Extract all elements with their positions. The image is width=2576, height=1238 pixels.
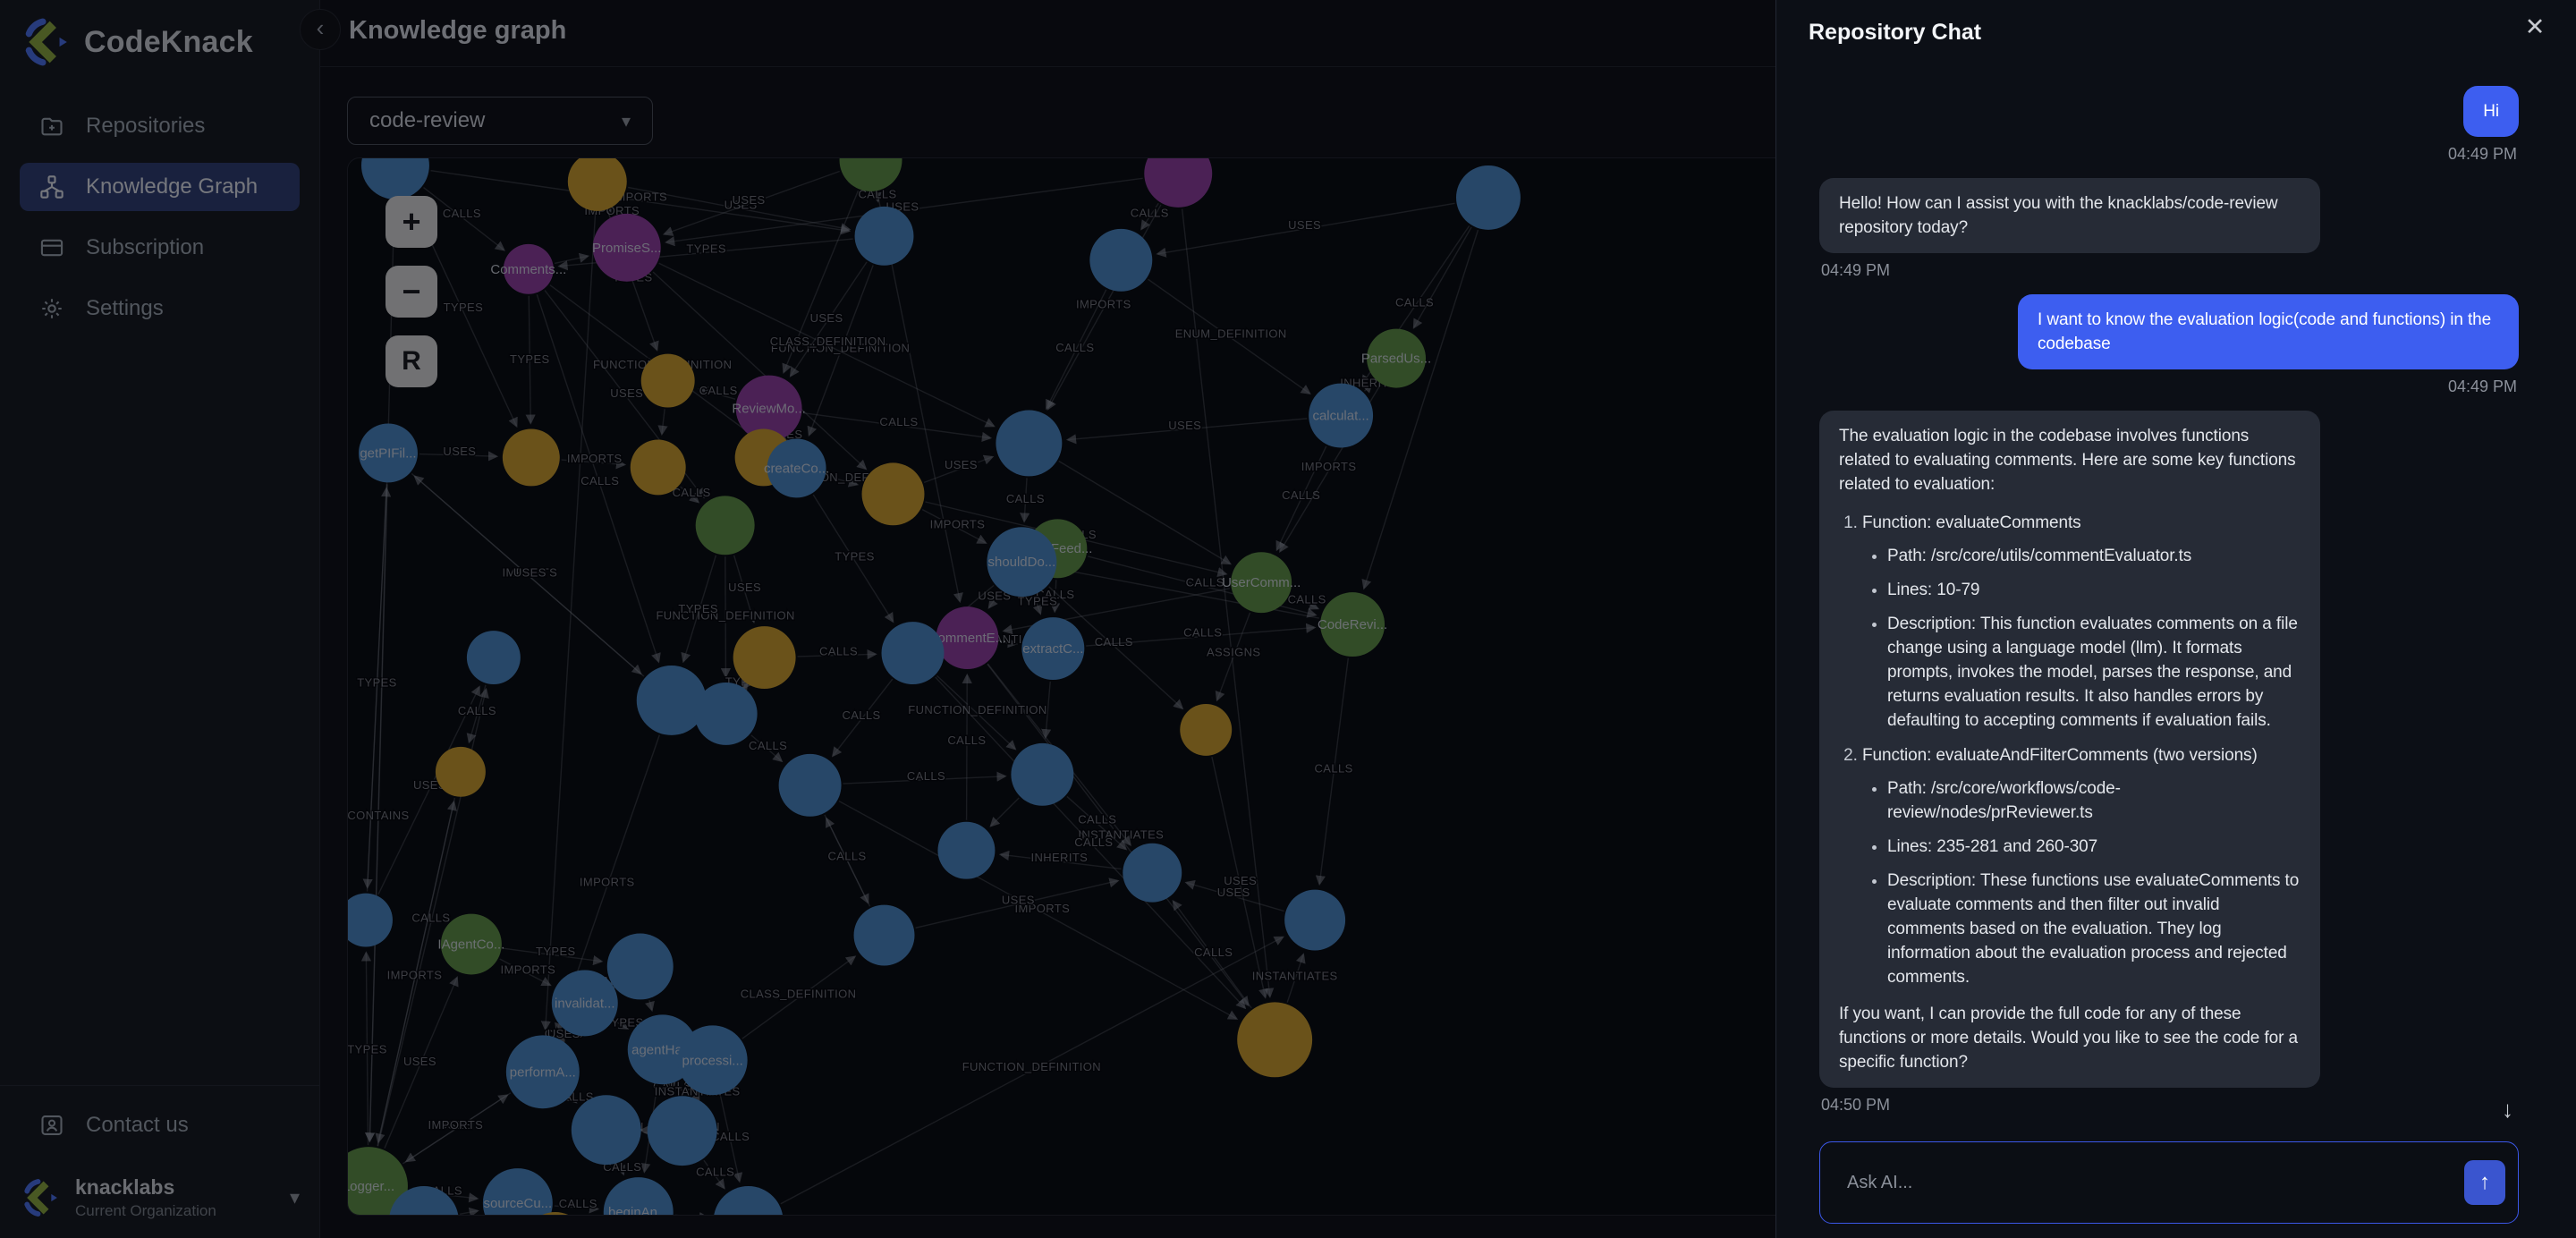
chat-bubble-user: I want to know the evaluation logic(code…: [2018, 294, 2519, 369]
chat-title: Repository Chat: [1809, 20, 1981, 46]
message-timestamp: 04:49 PM: [1821, 261, 1890, 280]
chat-message-list: Hi 04:49 PM Hello! How can I assist you wi…: [1819, 57, 2519, 1111]
chat-bubble-assistant: Hello! How can I assist you with the kna…: [1819, 178, 2320, 253]
close-icon: ✕: [2525, 13, 2546, 40]
chat-input[interactable]: [1820, 1142, 2518, 1223]
chat-input-area: ↑: [1819, 1141, 2519, 1224]
message-timestamp: 04:49 PM: [2448, 145, 2517, 164]
scroll-to-bottom-button[interactable]: ↓: [2502, 1096, 2513, 1124]
arrow-up-icon: ↑: [2479, 1170, 2490, 1195]
message-timestamp: 04:49 PM: [2448, 377, 2517, 396]
chat-header: Repository Chat ✕: [1776, 0, 2576, 57]
chat-bubble-assistant: The evaluation logic in the codebase inv…: [1819, 411, 2320, 1088]
send-button[interactable]: ↑: [2464, 1160, 2505, 1205]
chat-bubble-user: Hi: [2463, 86, 2519, 137]
chat-input-container: ↑: [1819, 1141, 2519, 1224]
close-chat-button[interactable]: ✕: [2517, 9, 2553, 45]
arrow-down-icon: ↓: [2502, 1096, 2513, 1123]
app-root: CodeKnack Repositories Knowledge Graph: [0, 0, 2576, 1238]
repository-chat-panel: Repository Chat ✕ Hi 04:49 PM Hello! How c…: [1775, 0, 2576, 1238]
message-timestamp: 04:50 PM: [1821, 1096, 1890, 1111]
